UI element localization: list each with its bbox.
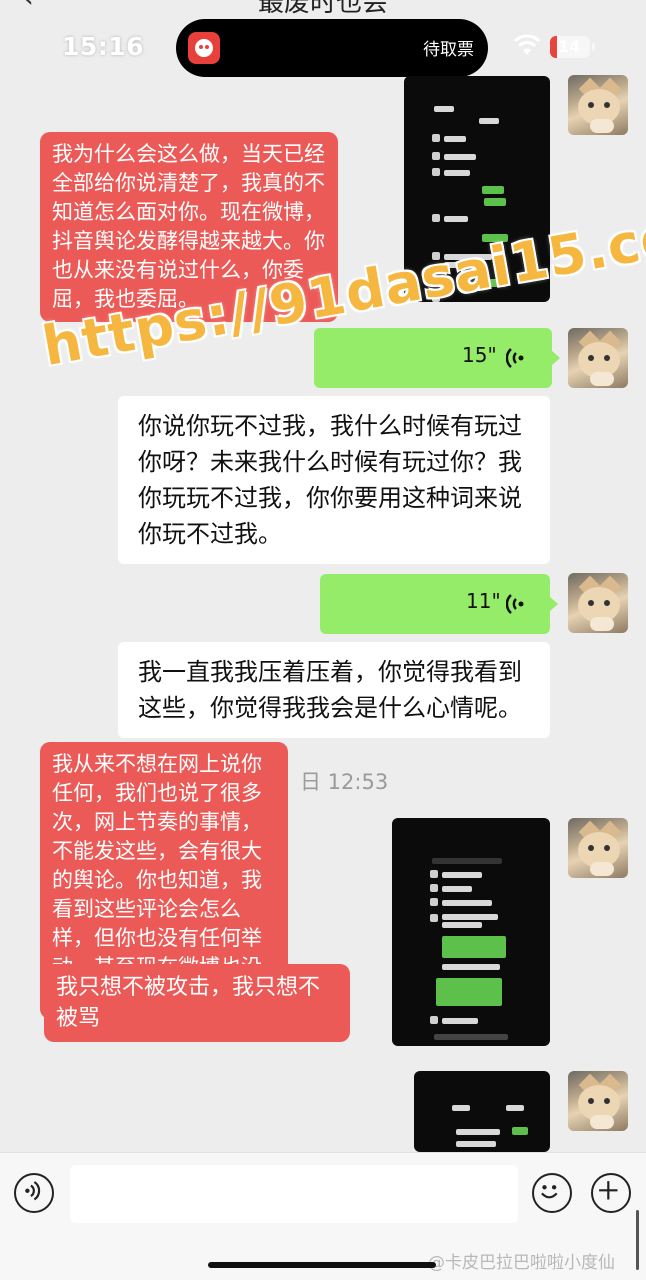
scrollbar[interactable]	[636, 1210, 639, 1270]
chat-screenshot-image[interactable]	[414, 1071, 550, 1152]
avatar[interactable]	[568, 328, 628, 388]
voice-wave-icon	[506, 594, 524, 614]
voice-message[interactable]: 11"	[320, 574, 558, 634]
highlighted-message: 我只想不被攻击，我只想不被骂	[44, 964, 350, 1042]
battery-indicator: 14	[550, 36, 595, 58]
battery-fill	[550, 36, 557, 58]
smile-icon	[541, 1185, 558, 1199]
chat-screenshot-image[interactable]	[392, 818, 550, 1046]
voice-transcript: 我一直我我压着压着，你觉得我看到这些，你觉得我我会是什么心情呢。	[118, 642, 550, 738]
credit-watermark: @卡皮巴拉巴啦啦小度仙	[428, 1253, 615, 1273]
plus-icon	[599, 1181, 618, 1200]
battery-level: 14	[558, 37, 581, 56]
message-timestamp: 日 12:53	[300, 770, 389, 794]
voice-message[interactable]: 15"	[314, 328, 560, 388]
voice-transcript: 你说你玩不过我，我什么时候有玩过你呀？未来我什么时候有玩过你？我你玩玩不过我，你…	[118, 396, 550, 564]
avatar[interactable]	[568, 75, 628, 135]
more-button[interactable]	[591, 1173, 631, 1213]
dynamic-island[interactable]: 待取票	[176, 19, 488, 77]
voice-input-button[interactable]	[14, 1173, 54, 1213]
emoji-button[interactable]	[532, 1173, 572, 1213]
wifi-icon	[513, 34, 541, 55]
voice-wave-icon	[506, 348, 524, 368]
voice-duration: 15"	[462, 343, 497, 367]
voice-duration: 11"	[466, 589, 501, 613]
voice-wave-icon	[25, 1181, 41, 1201]
ticket-app-icon	[188, 32, 220, 64]
avatar[interactable]	[568, 573, 628, 633]
island-status-text: 待取票	[423, 40, 474, 60]
status-time: 15:16	[62, 32, 145, 61]
avatar[interactable]	[568, 1071, 628, 1131]
message-input[interactable]	[70, 1165, 518, 1223]
avatar[interactable]	[568, 818, 628, 878]
home-indicator[interactable]	[208, 1262, 436, 1268]
